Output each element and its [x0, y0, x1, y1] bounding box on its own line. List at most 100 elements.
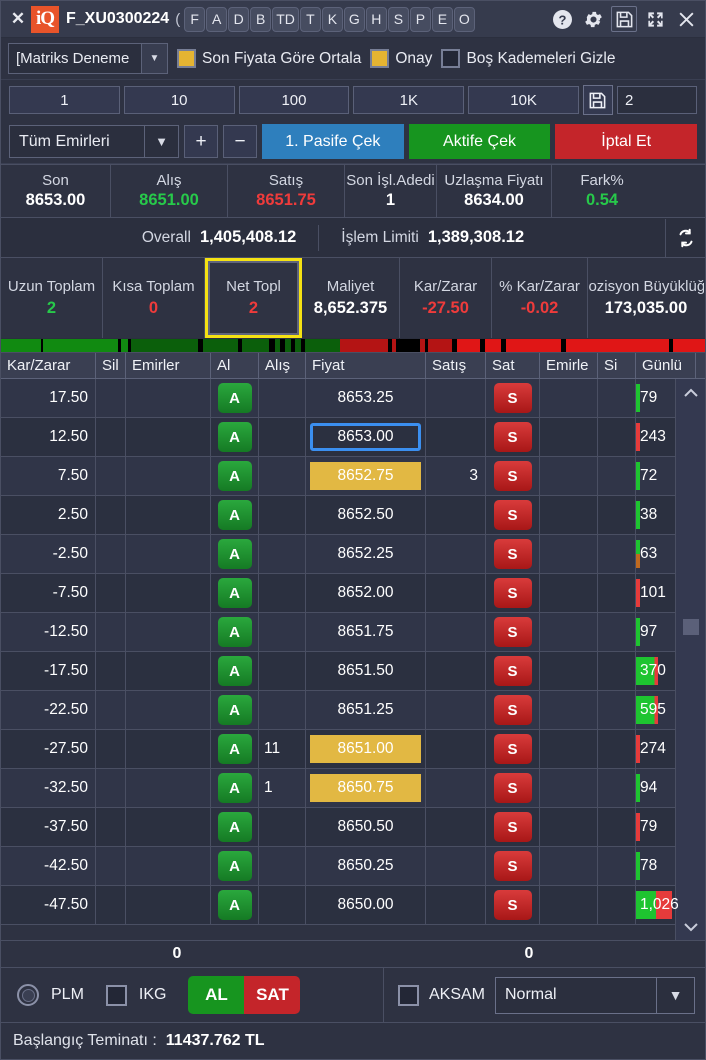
- column-header[interactable]: Sil: [96, 353, 126, 378]
- cell-sil[interactable]: [96, 418, 126, 456]
- cell-emirler[interactable]: [126, 730, 211, 768]
- table-row[interactable]: 17.50 A 8653.25 S 79: [1, 379, 705, 418]
- table-row[interactable]: 2.50 A 8652.50 S 38: [1, 496, 705, 535]
- chevron-down-icon[interactable]: ▼: [656, 977, 694, 1013]
- cell-si[interactable]: [598, 457, 636, 495]
- radio-plm[interactable]: [17, 984, 39, 1006]
- cell-sil[interactable]: [96, 808, 126, 846]
- chevron-down-icon[interactable]: ▼: [141, 44, 167, 73]
- checkbox-onay[interactable]: Onay: [370, 49, 432, 68]
- cell-sat[interactable]: S: [486, 379, 540, 417]
- buy-a-button[interactable]: A: [217, 578, 252, 608]
- cell-al[interactable]: A: [211, 457, 259, 495]
- cell-si[interactable]: [598, 613, 636, 651]
- cell-fiyat[interactable]: 8653.25: [306, 379, 426, 417]
- vertical-scrollbar[interactable]: [675, 379, 705, 940]
- cell-sat[interactable]: S: [486, 652, 540, 690]
- table-row[interactable]: -32.50 A 1 8650.75 S 94: [1, 769, 705, 808]
- quantity-preset-1[interactable]: 1: [9, 86, 120, 114]
- cell-sat[interactable]: S: [486, 457, 540, 495]
- cell-al[interactable]: A: [211, 730, 259, 768]
- buy-a-button[interactable]: A: [217, 461, 252, 491]
- al-button[interactable]: AL: [188, 976, 245, 1014]
- cell-al[interactable]: A: [211, 769, 259, 807]
- table-row[interactable]: 12.50 A 8653.00 S 243: [1, 418, 705, 457]
- cell-emirler[interactable]: [126, 496, 211, 534]
- sell-s-button[interactable]: S: [493, 890, 532, 920]
- cell-si[interactable]: [598, 847, 636, 885]
- column-header[interactable]: Satış: [426, 353, 486, 378]
- cell-fiyat[interactable]: 8651.50: [306, 652, 426, 690]
- buy-a-button[interactable]: A: [217, 656, 252, 686]
- cell-emirler[interactable]: [126, 574, 211, 612]
- sell-s-button[interactable]: S: [493, 617, 532, 647]
- table-row[interactable]: -2.50 A 8652.25 S 63: [1, 535, 705, 574]
- cell-sil[interactable]: [96, 847, 126, 885]
- cell-si[interactable]: [598, 379, 636, 417]
- cell-sat[interactable]: S: [486, 769, 540, 807]
- table-row[interactable]: -17.50 A 8651.50 S 370: [1, 652, 705, 691]
- decrement-button[interactable]: −: [223, 125, 257, 158]
- cell-sat[interactable]: S: [486, 886, 540, 924]
- cell-emirler[interactable]: [126, 691, 211, 729]
- table-row[interactable]: -12.50 A 8651.75 S 97: [1, 613, 705, 652]
- cell-sat[interactable]: S: [486, 496, 540, 534]
- refresh-icon[interactable]: [665, 218, 705, 257]
- cell-sat[interactable]: S: [486, 574, 540, 612]
- column-header[interactable]: Fiyat: [306, 353, 426, 378]
- cell-al[interactable]: A: [211, 535, 259, 573]
- increment-button[interactable]: +: [184, 125, 218, 158]
- cell-sil[interactable]: [96, 652, 126, 690]
- price-cell[interactable]: 8650.25: [310, 852, 421, 880]
- cell-fiyat[interactable]: 8653.00: [306, 418, 426, 456]
- cell-si[interactable]: [598, 730, 636, 768]
- table-row[interactable]: -42.50 A 8650.25 S 78: [1, 847, 705, 886]
- cell-emirler[interactable]: [126, 418, 211, 456]
- cell-fiyat[interactable]: 8652.75: [306, 457, 426, 495]
- quantity-preset-100[interactable]: 100: [238, 86, 350, 114]
- cell-emirler-2[interactable]: [540, 496, 598, 534]
- mini-button-t[interactable]: T: [299, 6, 321, 32]
- cell-emirler[interactable]: [126, 652, 211, 690]
- sell-s-button[interactable]: S: [493, 500, 532, 530]
- cell-emirler-2[interactable]: [540, 691, 598, 729]
- cell-emirler-2[interactable]: [540, 379, 598, 417]
- buy-a-button[interactable]: A: [217, 617, 252, 647]
- cell-fiyat[interactable]: 8652.00: [306, 574, 426, 612]
- cell-al[interactable]: A: [211, 808, 259, 846]
- price-cell[interactable]: 8652.25: [310, 540, 421, 568]
- column-header[interactable]: Günlü: [636, 353, 696, 378]
- position-cell[interactable]: Kar/Zarar -27.50: [400, 258, 492, 338]
- position-cell-selected[interactable]: Net Topl 2: [205, 258, 302, 338]
- column-header[interactable]: Emirle: [540, 353, 598, 378]
- cell-emirler-2[interactable]: [540, 886, 598, 924]
- cell-emirler-2[interactable]: [540, 418, 598, 456]
- cell-si[interactable]: [598, 535, 636, 573]
- cell-sil[interactable]: [96, 769, 126, 807]
- cell-emirler[interactable]: [126, 847, 211, 885]
- mini-button-b[interactable]: B: [250, 6, 272, 32]
- sell-s-button[interactable]: S: [493, 656, 532, 686]
- cell-al[interactable]: A: [211, 613, 259, 651]
- mini-button-td[interactable]: TD: [272, 6, 299, 32]
- column-header[interactable]: Si: [598, 353, 636, 378]
- cell-emirler-2[interactable]: [540, 847, 598, 885]
- price-cell[interactable]: 8651.00: [310, 735, 421, 763]
- cell-si[interactable]: [598, 574, 636, 612]
- mini-button-k[interactable]: K: [321, 6, 343, 32]
- table-row[interactable]: -47.50 A 8650.00 S 1,026: [1, 886, 705, 925]
- cell-si[interactable]: [598, 808, 636, 846]
- table-row[interactable]: -22.50 A 8651.25 S 595: [1, 691, 705, 730]
- buy-a-button[interactable]: A: [217, 539, 252, 569]
- position-cell[interactable]: Pozisyon Büyüklüğü 173,035.00: [588, 258, 704, 338]
- price-cell[interactable]: 8651.25: [310, 696, 421, 724]
- scroll-up-icon[interactable]: [676, 379, 705, 405]
- cell-sat[interactable]: S: [486, 847, 540, 885]
- price-cell[interactable]: 8650.75: [310, 774, 421, 802]
- sell-s-button[interactable]: S: [493, 812, 532, 842]
- cell-fiyat[interactable]: 8650.25: [306, 847, 426, 885]
- cell-al[interactable]: A: [211, 691, 259, 729]
- mini-button-g[interactable]: G: [343, 6, 365, 32]
- buy-a-button[interactable]: A: [217, 383, 252, 413]
- mini-button-h[interactable]: H: [365, 6, 387, 32]
